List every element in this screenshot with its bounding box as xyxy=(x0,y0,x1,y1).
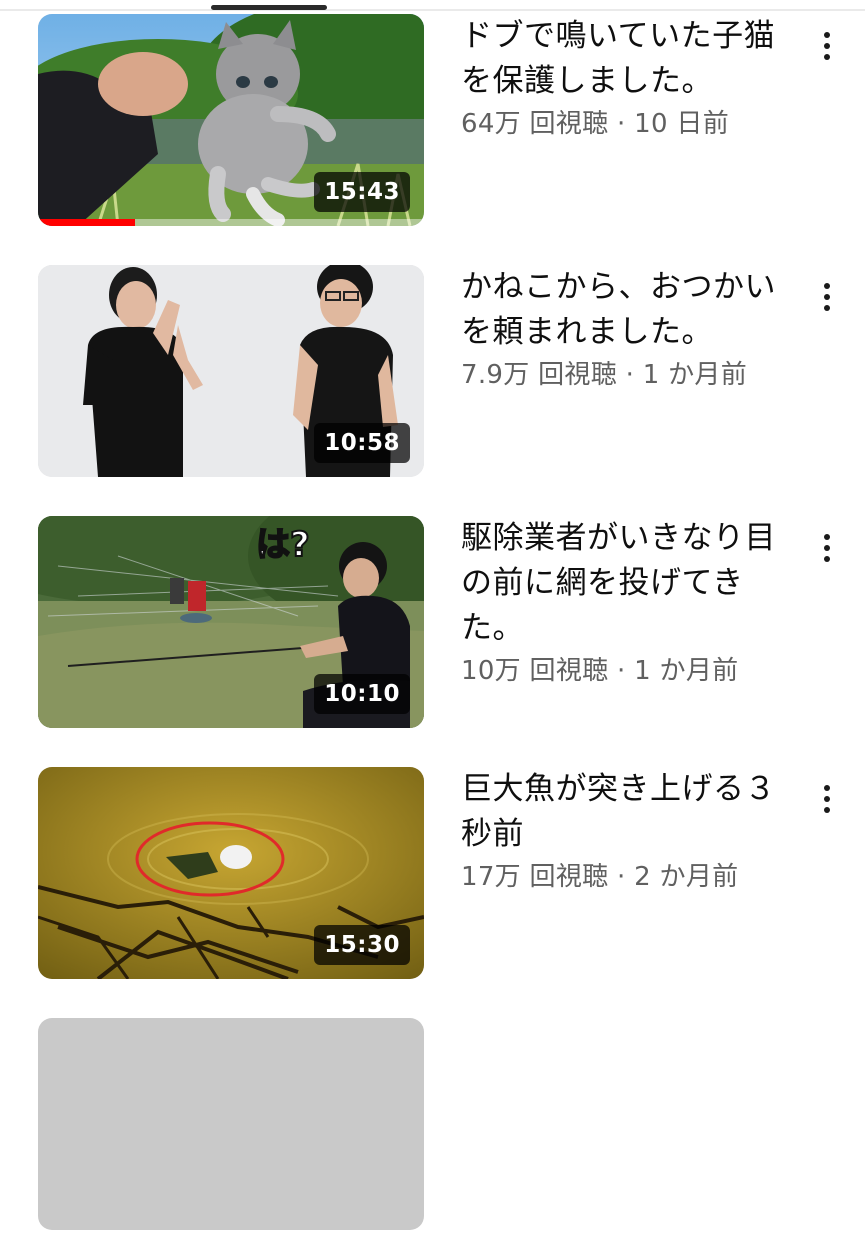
more-options-button[interactable] xyxy=(807,273,847,321)
video-item[interactable]: 15:30 巨大魚が突き上げる３秒前 17万 回視聴 · 2 か月前 xyxy=(0,767,865,997)
video-thumbnail[interactable] xyxy=(38,1018,424,1230)
video-title[interactable]: 巨大魚が突き上げる３秒前 xyxy=(461,767,791,857)
video-item[interactable]: は? 10:10 駆除業者がいきなり目の前に網を投げてきた。 10万 回視聴 ·… xyxy=(0,516,865,746)
more-vert-icon-dot xyxy=(824,556,830,562)
more-vert-icon-dot xyxy=(824,43,830,49)
video-stats: 64万 回視聴 · 10 日前 xyxy=(461,109,729,139)
more-vert-icon xyxy=(824,283,830,289)
video-thumbnail[interactable]: 10:58 xyxy=(38,265,424,477)
more-vert-icon-dot xyxy=(824,294,830,300)
video-duration: 10:58 xyxy=(314,423,410,463)
watch-progress-fill xyxy=(38,219,135,226)
video-list: 15:43 ドブで鳴いていた子猫を保護しました。 64万 回視聴 · 10 日前 xyxy=(0,0,865,1230)
video-thumbnail[interactable]: 15:43 xyxy=(38,14,424,226)
more-options-button[interactable] xyxy=(807,775,847,823)
video-thumbnail[interactable]: 15:30 xyxy=(38,767,424,979)
watch-progress-bar xyxy=(38,219,424,226)
video-item[interactable]: 10:58 かねこから、おつかいを頼まれました。 7.9万 回視聴 · 1 か月… xyxy=(0,265,865,495)
more-vert-icon-dot xyxy=(824,545,830,551)
more-vert-icon-dot xyxy=(824,807,830,813)
video-meta[interactable]: かねこから、おつかいを頼まれました。 7.9万 回視聴 · 1 か月前 xyxy=(461,265,791,395)
video-item[interactable]: 15:43 ドブで鳴いていた子猫を保護しました。 64万 回視聴 · 10 日前 xyxy=(0,14,865,244)
video-duration: 10:10 xyxy=(314,674,410,714)
video-meta[interactable]: 巨大魚が突き上げる３秒前 17万 回視聴 · 2 か月前 xyxy=(461,767,791,897)
video-item-partial[interactable] xyxy=(0,1018,865,1248)
more-vert-icon-dot xyxy=(824,54,830,60)
more-vert-icon xyxy=(824,785,830,791)
video-meta[interactable]: 駆除業者がいきなり目の前に網を投げてきた。 10万 回視聴 · 1 か月前 xyxy=(461,516,791,691)
video-duration: 15:30 xyxy=(314,925,410,965)
video-title[interactable]: かねこから、おつかいを頼まれました。 xyxy=(461,265,791,355)
video-stats: 7.9万 回視聴 · 1 か月前 xyxy=(461,360,748,390)
more-vert-icon xyxy=(824,534,830,540)
video-meta[interactable]: ドブで鳴いていた子猫を保護しました。 64万 回視聴 · 10 日前 xyxy=(461,14,791,144)
video-stats: 17万 回視聴 · 2 か月前 xyxy=(461,862,739,892)
more-options-button[interactable] xyxy=(807,22,847,70)
video-thumbnail[interactable]: は? 10:10 xyxy=(38,516,424,728)
more-vert-icon-dot xyxy=(824,796,830,802)
more-vert-icon-dot xyxy=(824,305,830,311)
video-title[interactable]: ドブで鳴いていた子猫を保護しました。 xyxy=(461,14,791,104)
more-vert-icon xyxy=(824,32,830,38)
thumbnail-overlay-text: は? xyxy=(256,525,310,565)
video-stats: 10万 回視聴 · 1 か月前 xyxy=(461,656,739,686)
video-title[interactable]: 駆除業者がいきなり目の前に網を投げてきた。 xyxy=(461,516,791,651)
video-duration: 15:43 xyxy=(314,172,410,212)
more-options-button[interactable] xyxy=(807,524,847,572)
